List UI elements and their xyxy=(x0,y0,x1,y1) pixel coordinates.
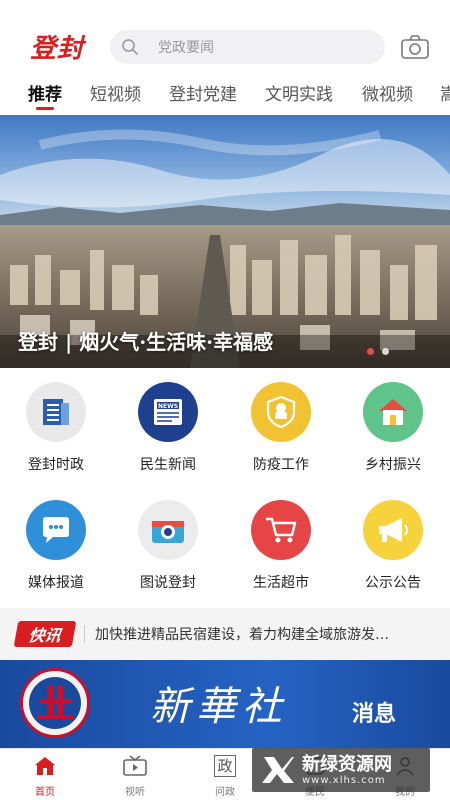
nav-label: 首页 xyxy=(35,787,55,798)
news-icon: NEWS xyxy=(138,382,198,442)
xinhua-subtitle: 消息 xyxy=(352,702,397,727)
grid-item-public-notice[interactable]: 公示公告 xyxy=(348,500,438,592)
search-bar[interactable]: 党政要闻 xyxy=(110,30,385,64)
tab-civilization-practice[interactable]: 文明实践 xyxy=(265,80,333,105)
tab-active-indicator xyxy=(36,107,54,110)
nav-audiovisual[interactable]: 视听 xyxy=(100,753,170,798)
grid-label: 公示公告 xyxy=(365,575,421,591)
grid-item-media-reports[interactable]: 媒体报道 xyxy=(11,500,101,592)
watermark-logo-icon xyxy=(262,757,294,783)
carousel-dot[interactable] xyxy=(382,348,389,355)
grid-label: 防疫工作 xyxy=(253,457,309,473)
house-icon xyxy=(363,382,423,442)
site-watermark: 新绿资源网 www.xlhs.com xyxy=(252,748,430,792)
grid-item-photo-dengfeng[interactable]: 图说登封 xyxy=(123,500,213,592)
tab-short-video[interactable]: 短视频 xyxy=(90,80,141,105)
watermark-url: www.xlhs.com xyxy=(302,774,386,786)
shopping-cart-icon xyxy=(251,500,311,560)
grid-item-rural-revitalization[interactable]: 乡村振兴 xyxy=(348,382,438,474)
tv-icon xyxy=(100,753,170,779)
divider xyxy=(84,625,85,643)
watermark-text: 新绿资源网 www.xlhs.com xyxy=(302,753,392,786)
category-tabs: 推荐 短视频 登封党建 文明实践 微视频 嵩 xyxy=(0,76,450,116)
camera-icon[interactable] xyxy=(400,34,430,60)
watermark-title: 新绿资源网 xyxy=(302,753,392,775)
hero-banner[interactable]: 登封 | 烟火气·生活味·幸福感 xyxy=(0,115,450,368)
megaphone-icon xyxy=(363,500,423,560)
grid-label: 乡村振兴 xyxy=(365,457,421,473)
carousel-dot[interactable] xyxy=(367,348,374,355)
xinhua-title: 新華社 xyxy=(150,684,288,730)
flash-news-headline[interactable]: 加快推进精品民宿建设，着力构建全域旅游发… xyxy=(95,624,440,644)
newspaper-icon xyxy=(26,382,86,442)
app-logo: 登封 xyxy=(30,34,85,64)
mask-shield-icon xyxy=(251,382,311,442)
flash-news-bar[interactable]: 快讯 加快推进精品民宿建设，着力构建全域旅游发… xyxy=(0,608,450,660)
tab-recommend[interactable]: 推荐 xyxy=(28,80,62,105)
nav-label: 问政 xyxy=(215,787,235,798)
grid-item-livelihood-news[interactable]: NEWS 民生新闻 xyxy=(123,382,213,474)
grid-label: 图说登封 xyxy=(140,575,196,591)
search-placeholder: 党政要闻 xyxy=(158,40,214,56)
nav-label: 视听 xyxy=(125,787,145,798)
grid-item-life-supermarket[interactable]: 生活超市 xyxy=(236,500,326,592)
zheng-icon: 政 xyxy=(190,753,260,779)
carousel-dots xyxy=(367,348,389,355)
banner-caption: 登封 | 烟火气·生活味·幸福感 xyxy=(18,330,274,354)
tab-more[interactable]: 嵩 xyxy=(440,80,450,105)
grid-label: 登封时政 xyxy=(28,457,84,473)
xinhua-banner[interactable]: 新華社 消息 xyxy=(0,660,450,748)
nav-inquiry[interactable]: 政 问政 xyxy=(190,753,260,798)
home-icon xyxy=(10,753,80,779)
tab-micro-video[interactable]: 微视频 xyxy=(362,80,413,105)
chat-bubble-icon xyxy=(26,500,86,560)
nav-home[interactable]: 首页 xyxy=(10,753,80,798)
grid-item-epidemic-prevention[interactable]: 防疫工作 xyxy=(236,382,326,474)
search-icon xyxy=(120,37,140,57)
svg-text:NEWS: NEWS xyxy=(158,403,178,410)
flash-news-tag: 快讯 xyxy=(13,621,77,647)
grid-item-dengfeng-politics[interactable]: 登封时政 xyxy=(11,382,101,474)
grid-label: 生活超市 xyxy=(253,575,309,591)
grid-label: 民生新闻 xyxy=(140,457,196,473)
app-header: 登封 党政要闻 xyxy=(0,0,450,72)
camera-icon xyxy=(138,500,198,560)
grid-label: 媒体报道 xyxy=(28,575,84,591)
tab-party-building[interactable]: 登封党建 xyxy=(169,80,237,105)
xinhua-emblem-icon xyxy=(20,668,90,738)
